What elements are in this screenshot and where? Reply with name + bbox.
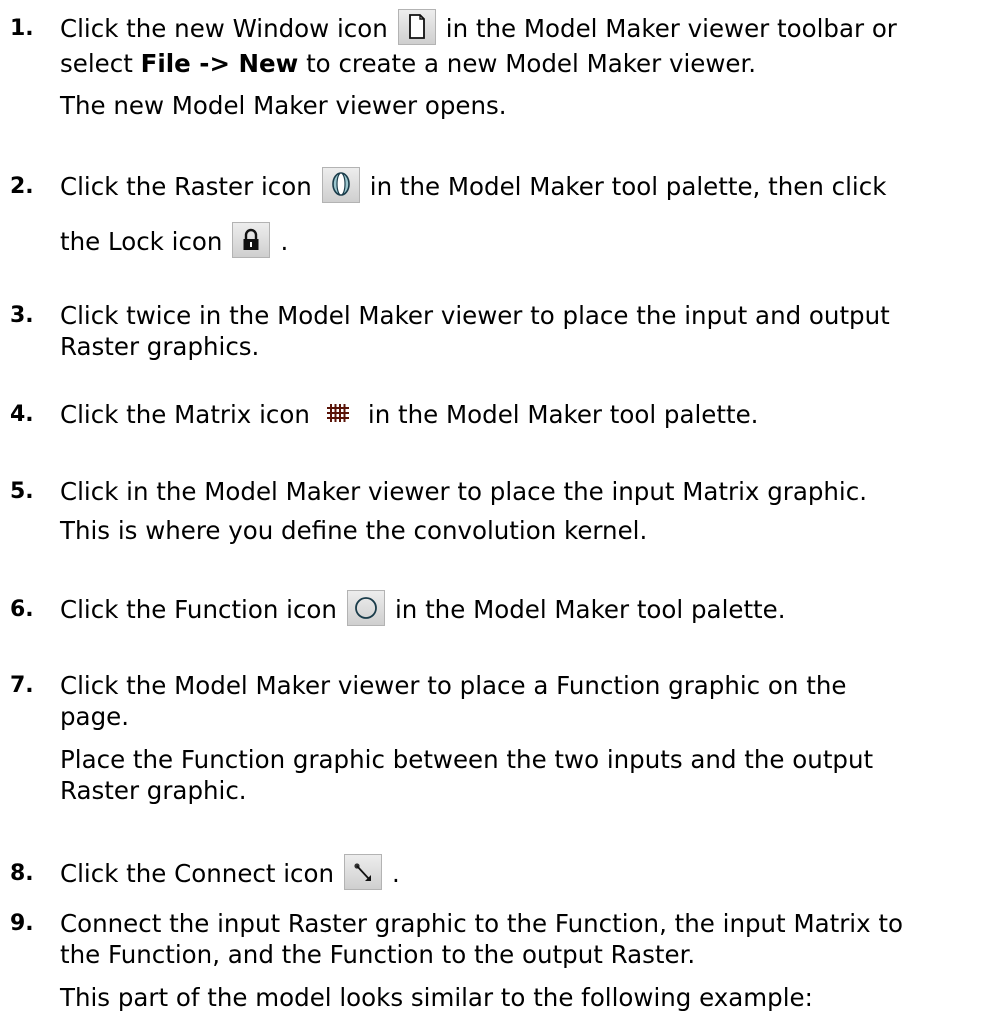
- step-6-text-before-icon: Click the Function icon: [60, 595, 337, 624]
- step-4-line-1: Click the Matrix icon in the Model Maker…: [60, 399, 758, 431]
- step-number: 2.: [10, 174, 34, 199]
- connect-icon: [344, 854, 383, 890]
- step-8-period: .: [392, 859, 400, 888]
- step-number: 4.: [10, 402, 34, 427]
- step-7-line-1: Click the Model Maker viewer to place a …: [60, 671, 847, 700]
- step-7-note-line-2: Raster graphic.: [60, 776, 247, 805]
- step-2-line-1: Click the Raster icon in the Model Maker…: [60, 167, 887, 203]
- matrix-icon: [320, 395, 358, 431]
- step-1-text-select: select: [60, 49, 133, 78]
- step-2-text-before-icon: Click the Raster icon: [60, 172, 312, 201]
- step-6-line-1: Click the Function icon in the Model Mak…: [60, 590, 786, 626]
- step-1-note: The new Model Maker viewer opens.: [60, 91, 507, 120]
- step-number: 8.: [10, 861, 34, 886]
- new-window-icon: [397, 9, 436, 45]
- menu-path-file-new: File -> New: [140, 49, 299, 78]
- step-2-line-2: the Lock icon .: [60, 222, 289, 258]
- step-7-line-2: page.: [60, 702, 129, 731]
- step-2-text-after-icon: in the Model Maker tool palette, then cl…: [369, 172, 887, 201]
- step-5-line-1: Click in the Model Maker viewer to place…: [60, 477, 867, 506]
- step-4-text-before-icon: Click the Matrix icon: [60, 400, 310, 429]
- step-5-note: This is where you define the convolution…: [60, 516, 648, 545]
- step-8-text-before-icon: Click the Connect icon: [60, 859, 335, 888]
- step-number: 6.: [10, 597, 34, 622]
- step-number: 7.: [10, 673, 34, 698]
- step-1-text-rest: to create a new Model Maker viewer.: [306, 49, 757, 78]
- step-3-line-1: Click twice in the Model Maker viewer to…: [60, 301, 890, 330]
- step-1-line-1: Click the new Window icon in the Model M…: [60, 9, 897, 45]
- step-number: 9.: [10, 911, 34, 936]
- raster-icon: [321, 167, 360, 203]
- step-1-line-2: select File -> New to create a new Model…: [60, 48, 756, 80]
- step-1-text-after-icon: in the Model Maker viewer toolbar or: [445, 14, 897, 43]
- step-number: 5.: [10, 479, 34, 504]
- step-2-text-lock: the Lock icon: [60, 227, 223, 256]
- step-9-line-1: Connect the input Raster graphic to the …: [60, 909, 903, 938]
- step-4-text-after-icon: in the Model Maker tool palette.: [367, 400, 759, 429]
- step-3-line-2: Raster graphics.: [60, 332, 260, 361]
- step-7-note-line-1: Place the Function graphic between the t…: [60, 745, 874, 774]
- step-number: 1.: [10, 16, 34, 41]
- step-2-period: .: [280, 227, 289, 256]
- step-9-line-2: the Function, and the Function to the ou…: [60, 940, 696, 969]
- lock-icon: [232, 222, 271, 258]
- step-1-text-before-icon: Click the new Window icon: [60, 14, 388, 43]
- step-9-note: This part of the model looks similar to …: [60, 983, 813, 1012]
- function-icon: [346, 590, 385, 626]
- step-8-line-1: Click the Connect icon .: [60, 854, 400, 890]
- step-number: 3.: [10, 303, 34, 328]
- step-6-text-after-icon: in the Model Maker tool palette.: [394, 595, 786, 624]
